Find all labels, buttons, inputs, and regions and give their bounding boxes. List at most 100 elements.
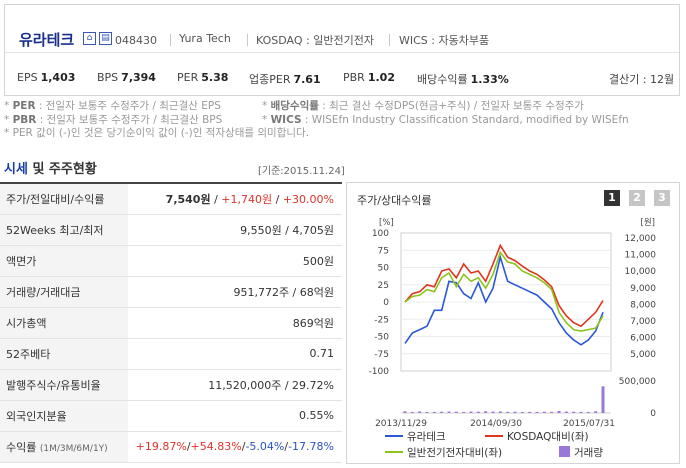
metrics-row: EPS 1,403 BPS 7,394 PER 5.38 업종PER 7.61 PBR 1…	[5, 71, 679, 87]
right-axis-tick-label: 12,000	[625, 234, 657, 244]
volume-bar	[462, 412, 466, 413]
table-row: 외국인지분율 0.55%	[0, 400, 342, 432]
metric-dividend-yield: 배당수익률 1.33%	[417, 73, 509, 86]
volume-bar	[535, 412, 539, 413]
chart-page-2-button[interactable]: 2	[629, 190, 645, 206]
volume-bar	[403, 411, 407, 413]
relative-return-chart: [%]100 75 50 25 0 -25 -50 -75 -100 [원] 12,000 11,00…	[369, 218, 657, 459]
right-axis-tick-label: 11,000	[625, 251, 657, 261]
fiscal-month: 결산기 : 12월	[609, 73, 675, 86]
left-axis-tick-label: 50	[378, 264, 390, 274]
volume-bar	[484, 411, 488, 413]
volume-bar	[579, 411, 583, 413]
wics-info: WICS : 자동차부품	[399, 34, 490, 47]
left-axis-tick-label: -75	[374, 350, 389, 360]
table-row: 시가총액 869억원	[0, 307, 342, 339]
legend-label: 일반전기전자대비(좌)	[407, 446, 502, 459]
metric-pbr: PBR 1.02	[343, 71, 395, 84]
divider	[389, 34, 390, 46]
right-axis-unit: [원]	[641, 218, 655, 228]
company-name[interactable]: 유라테크	[19, 29, 74, 50]
table-row: 발행주식수/유통비율 11,520,000주 / 29.72%	[0, 369, 342, 401]
volume-bar	[550, 411, 554, 413]
left-axis-tick-label: -25	[374, 315, 389, 325]
chart-page-3-button[interactable]: 3	[654, 190, 670, 206]
report-icon[interactable]: ▤	[99, 32, 112, 45]
note-row: * PBR : 전일자 보통주 수정주가 / 최근결산 BPS * WICS :…	[4, 113, 629, 126]
legend-label: KOSDAQ대비(좌)	[507, 431, 589, 443]
company-header: 유라테크 ⌂ ▤ 048430 Yura Tech KOSDAQ : 일반전기전…	[4, 4, 680, 96]
volume-bar	[557, 411, 561, 413]
volume-bar	[520, 412, 524, 413]
note-row: * PER : 전일자 보통주 수정주가 / 최근결산 EPS * 배당수익률 …	[4, 100, 584, 112]
legend-label: 거래량	[574, 447, 603, 459]
volume-bar	[425, 412, 429, 413]
right-axis-tick-label: 6,000	[630, 334, 656, 344]
x-axis-tick-label: 2015/07/31	[563, 419, 615, 429]
left-axis-tick-label: 0	[383, 298, 389, 308]
volume-bar	[469, 411, 473, 413]
volume-axis-tick-label: 0	[650, 409, 656, 419]
left-axis-tick-label: 100	[372, 229, 389, 239]
left-axis-tick-label: -100	[369, 367, 390, 377]
legend-swatch	[559, 446, 570, 457]
chart-panel: 주가/상대수익률 1 2 3 [%] 100 75 50 25 0 -25 -50 -75 -10…	[346, 182, 680, 464]
right-axis-tick-label: 9,000	[630, 284, 656, 294]
metric-industry-per: 업종PER 7.61	[249, 73, 321, 86]
volume-bar	[476, 411, 480, 413]
volume-bar	[528, 411, 532, 413]
volume-bar	[586, 412, 590, 413]
metric-per: PER 5.38	[177, 71, 229, 84]
volume-bar	[432, 411, 436, 413]
table-row: 주가/전일대비/수익률 7,540원 / +1,740원 / +30.00%	[0, 183, 342, 215]
x-axis-tick-label: 2013/11/29	[375, 419, 427, 429]
divider	[170, 34, 171, 46]
right-axis-tick-label: 10,000	[625, 267, 657, 277]
volume-bar	[506, 411, 510, 413]
volume-bar	[418, 411, 422, 413]
section-title: 시세 및 주주현황	[4, 162, 97, 177]
volume-bar	[542, 411, 546, 413]
table-row: 액면가 500원	[0, 245, 342, 277]
left-axis-tick-label: 75	[378, 246, 389, 256]
note-row: * PER 값이 (-)인 것은 당기순이익 값이 (-)인 적자상태를 의미합…	[4, 127, 310, 139]
table-row: 52Weeks 최고/최저 9,550원 / 4,705원	[0, 214, 342, 246]
volume-bar	[454, 411, 458, 413]
metric-eps: EPS 1,403	[17, 71, 76, 84]
chart-page-1-button[interactable]: 1	[604, 190, 620, 206]
volume-bar	[440, 411, 444, 413]
market-info: KOSDAQ : 일반전기전자	[256, 34, 374, 47]
metric-bps: BPS 7,394	[97, 71, 156, 84]
volume-bar	[410, 412, 414, 413]
right-axis-tick-label: 7,000	[630, 317, 656, 327]
left-axis-tick-label: -50	[374, 333, 389, 343]
divider	[247, 34, 248, 46]
right-axis-tick-label: 8,000	[630, 300, 656, 310]
home-icon[interactable]: ⌂	[83, 32, 96, 45]
base-date: [기준:2015.11.24]	[258, 166, 345, 177]
company-header-top: 유라테크 ⌂ ▤ 048430 Yura Tech KOSDAQ : 일반전기전…	[5, 5, 679, 53]
volume-bar	[564, 411, 568, 413]
volume-bar	[513, 411, 517, 413]
volume-bar	[491, 411, 495, 413]
volume-bar	[601, 386, 605, 413]
legend-label: 유라테크	[407, 431, 446, 443]
table-row: 52주베타 0.71	[0, 338, 342, 370]
english-name: Yura Tech	[179, 32, 231, 45]
footnotes: * PER : 전일자 보통주 수정주가 / 최근결산 EPS * 배당수익률 …	[4, 100, 680, 141]
series-line	[404, 254, 604, 346]
volume-bar	[572, 411, 576, 413]
table-row: 수익률 (1M/3M/6M/1Y) +19.87%/+54.83%/-5.04%…	[0, 431, 342, 463]
volume-bar	[498, 411, 502, 413]
volume-axis-tick-label: 500,000	[619, 377, 656, 387]
volume-bar	[594, 411, 598, 413]
left-axis-tick-label: 25	[378, 281, 389, 291]
market-data-table: 주가/전일대비/수익률 7,540원 / +1,740원 / +30.00% 5…	[0, 182, 342, 463]
x-axis-tick-label: 2014/09/30	[470, 419, 522, 429]
table-row: 거래량/거래대금 951,772주 / 68억원	[0, 276, 342, 308]
right-axis-tick-label: 5,000	[630, 350, 656, 360]
stock-code: 048430	[115, 34, 157, 47]
left-axis-unit: [%]	[379, 218, 394, 228]
volume-bar	[447, 411, 451, 413]
chart-title: 주가/상대수익률	[357, 194, 432, 207]
